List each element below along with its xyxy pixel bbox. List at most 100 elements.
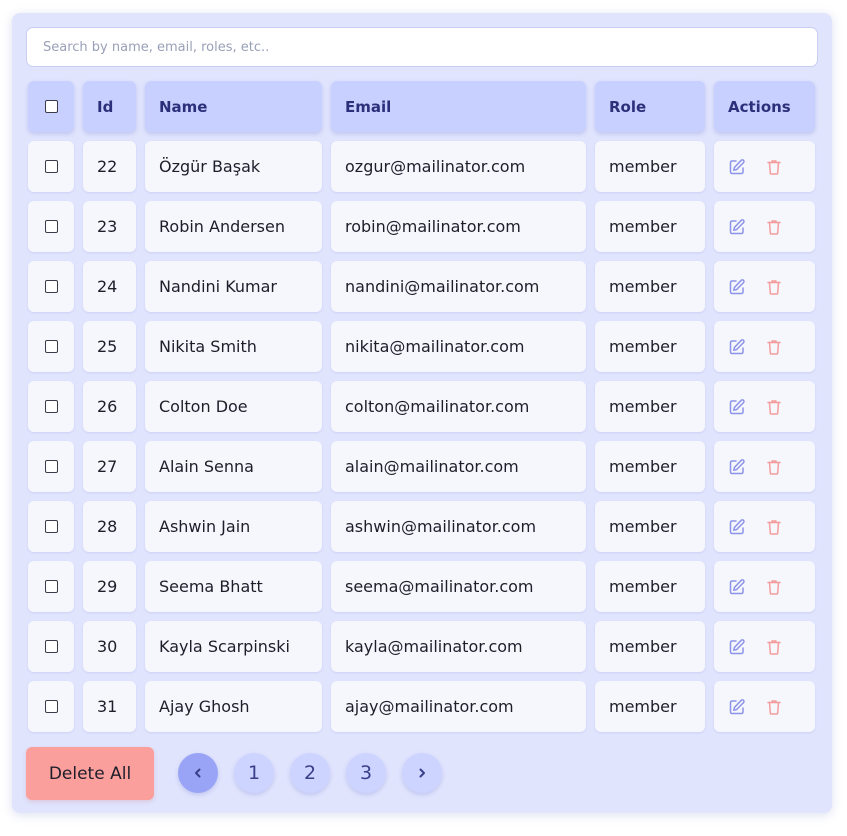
row-actions — [714, 261, 815, 312]
row-name: Alain Senna — [145, 441, 322, 492]
row-id: 31 — [83, 681, 136, 732]
row-actions — [714, 141, 815, 192]
edit-icon[interactable] — [728, 698, 746, 716]
header-actions: Actions — [714, 81, 815, 132]
row-actions — [714, 561, 815, 612]
header-role[interactable]: Role — [595, 81, 705, 132]
row-email: ashwin@mailinator.com — [331, 501, 586, 552]
edit-icon[interactable] — [728, 578, 746, 596]
row-name: Ajay Ghosh — [145, 681, 322, 732]
trash-icon[interactable] — [765, 278, 783, 296]
row-name: Nikita Smith — [145, 321, 322, 372]
row-email: nandini@mailinator.com — [331, 261, 586, 312]
chevron-right-icon — [419, 768, 425, 778]
trash-icon[interactable] — [765, 578, 783, 596]
row-checkbox[interactable] — [44, 520, 58, 533]
edit-icon[interactable] — [728, 518, 746, 536]
row-id: 24 — [83, 261, 136, 312]
row-checkbox[interactable] — [44, 280, 58, 293]
select-all-checkbox[interactable] — [44, 100, 58, 113]
row-role: member — [595, 201, 705, 252]
row-id: 22 — [83, 141, 136, 192]
trash-icon[interactable] — [765, 458, 783, 476]
trash-icon[interactable] — [765, 698, 783, 716]
row-actions — [714, 201, 815, 252]
row-checkbox[interactable] — [44, 400, 58, 413]
row-checkbox[interactable] — [44, 340, 58, 353]
chevron-left-icon — [195, 768, 201, 778]
trash-icon[interactable] — [765, 638, 783, 656]
page-3-button[interactable]: 3 — [346, 753, 386, 793]
row-actions — [714, 381, 815, 432]
row-email: ajay@mailinator.com — [331, 681, 586, 732]
prev-page-button[interactable] — [178, 753, 218, 793]
row-id: 29 — [83, 561, 136, 612]
edit-icon[interactable] — [728, 638, 746, 656]
row-email: alain@mailinator.com — [331, 441, 586, 492]
row-id: 30 — [83, 621, 136, 672]
row-select-cell — [28, 621, 74, 672]
row-select-cell — [28, 141, 74, 192]
row-select-cell — [28, 501, 74, 552]
trash-icon[interactable] — [765, 158, 783, 176]
row-actions — [714, 441, 815, 492]
row-checkbox[interactable] — [44, 640, 58, 653]
row-id: 28 — [83, 501, 136, 552]
row-name: Nandini Kumar — [145, 261, 322, 312]
header-email[interactable]: Email — [331, 81, 586, 132]
row-select-cell — [28, 681, 74, 732]
row-select-cell — [28, 381, 74, 432]
row-name: Seema Bhatt — [145, 561, 322, 612]
edit-icon[interactable] — [728, 338, 746, 356]
users-table-panel: Id Name Email Role Actions 22Özgür Başak… — [12, 13, 832, 813]
edit-icon[interactable] — [728, 218, 746, 236]
header-select-all-cell — [28, 81, 74, 132]
row-role: member — [595, 681, 705, 732]
trash-icon[interactable] — [765, 218, 783, 236]
search-box[interactable] — [26, 27, 818, 67]
row-email: seema@mailinator.com — [331, 561, 586, 612]
row-role: member — [595, 381, 705, 432]
row-checkbox[interactable] — [44, 700, 58, 713]
header-id[interactable]: Id — [83, 81, 136, 132]
row-id: 26 — [83, 381, 136, 432]
row-email: colton@mailinator.com — [331, 381, 586, 432]
row-name: Özgür Başak — [145, 141, 322, 192]
edit-icon[interactable] — [728, 278, 746, 296]
row-name: Ashwin Jain — [145, 501, 322, 552]
row-email: robin@mailinator.com — [331, 201, 586, 252]
page-2-button[interactable]: 2 — [290, 753, 330, 793]
row-checkbox[interactable] — [44, 220, 58, 233]
row-checkbox[interactable] — [44, 580, 58, 593]
row-role: member — [595, 621, 705, 672]
delete-all-button[interactable]: Delete All — [26, 747, 154, 800]
trash-icon[interactable] — [765, 398, 783, 416]
row-select-cell — [28, 561, 74, 612]
row-checkbox[interactable] — [44, 160, 58, 173]
next-page-button[interactable] — [402, 753, 442, 793]
row-name: Robin Andersen — [145, 201, 322, 252]
header-name[interactable]: Name — [145, 81, 322, 132]
edit-icon[interactable] — [728, 158, 746, 176]
page-1-button[interactable]: 1 — [234, 753, 274, 793]
row-role: member — [595, 561, 705, 612]
row-checkbox[interactable] — [44, 460, 58, 473]
row-select-cell — [28, 261, 74, 312]
row-email: ozgur@mailinator.com — [331, 141, 586, 192]
row-role: member — [595, 501, 705, 552]
trash-icon[interactable] — [765, 338, 783, 356]
row-id: 23 — [83, 201, 136, 252]
row-id: 25 — [83, 321, 136, 372]
row-actions — [714, 621, 815, 672]
row-role: member — [595, 261, 705, 312]
row-email: nikita@mailinator.com — [331, 321, 586, 372]
row-name: Colton Doe — [145, 381, 322, 432]
trash-icon[interactable] — [765, 518, 783, 536]
edit-icon[interactable] — [728, 458, 746, 476]
row-actions — [714, 321, 815, 372]
search-input[interactable] — [41, 38, 817, 56]
edit-icon[interactable] — [728, 398, 746, 416]
row-actions — [714, 501, 815, 552]
row-email: kayla@mailinator.com — [331, 621, 586, 672]
row-role: member — [595, 321, 705, 372]
